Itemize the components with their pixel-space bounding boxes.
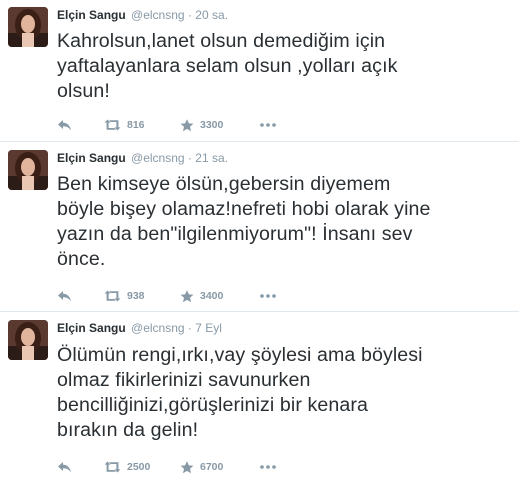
tweet-header: Elçin Sangu @elcnsng · 20 sa. — [57, 8, 228, 23]
reply-button[interactable] — [57, 117, 72, 133]
tweet-text-line: böyle bişey olamaz!nefreti hobi olarak y… — [57, 198, 431, 220]
reply-button[interactable] — [57, 459, 72, 475]
tweet-text-line: Ölümün rengi,ırkı,vay şöylesi ama böyles… — [57, 344, 423, 366]
avatar-image — [8, 150, 48, 190]
more-options-button[interactable] — [260, 117, 276, 133]
retweet-icon — [104, 119, 121, 131]
author-handle[interactable]: @elcnsng — [131, 321, 185, 335]
avatar[interactable] — [8, 150, 48, 190]
favorite-count: 3400 — [200, 290, 224, 302]
retweet-button[interactable]: 938 — [104, 288, 145, 304]
tweet-timestamp[interactable]: 7 Eyl — [195, 321, 222, 335]
avatar[interactable] — [8, 320, 48, 360]
avatar-image — [8, 7, 48, 47]
retweet-button[interactable]: 816 — [104, 117, 145, 133]
tweet-text-line: olsun! — [57, 80, 110, 102]
retweet-icon — [104, 290, 121, 302]
separator-dot: · — [187, 151, 192, 165]
tweet-text-line: olmaz fikirlerinizi savunurken — [57, 369, 311, 391]
retweet-count: 2500 — [127, 461, 151, 473]
retweet-count: 938 — [127, 290, 145, 302]
author-name[interactable]: Elçin Sangu — [57, 8, 126, 22]
tweet-timestamp[interactable]: 20 sa. — [195, 8, 228, 22]
favorite-button[interactable]: 6700 — [180, 459, 223, 475]
tweet[interactable]: Elçin Sangu @elcnsng · 7 Eyl Ölümün reng… — [0, 313, 519, 483]
favorite-star-icon — [180, 118, 194, 131]
tweet-text-line: Ben kimseye ölsün,gebersin diyemem — [57, 173, 391, 195]
tweet[interactable]: Elçin Sangu @elcnsng · 20 sa. Kahrolsun,… — [0, 0, 519, 142]
tweet-timestamp[interactable]: 21 sa. — [195, 151, 228, 165]
author-handle[interactable]: @elcnsng — [131, 151, 185, 165]
favorite-button[interactable]: 3300 — [180, 117, 223, 133]
tweet-text-line: bencilliğinizi,görüşlerinizi bir kenara — [57, 394, 369, 416]
retweet-button[interactable]: 2500 — [104, 459, 150, 475]
more-options-icon — [260, 123, 276, 127]
tweet-header: Elçin Sangu @elcnsng · 7 Eyl — [57, 321, 222, 336]
tweet-text-line: yazın da ben"ilgilenmiyorum"! İnsanı sev — [57, 223, 413, 245]
tweet-text-line: bırakın da gelin! — [57, 419, 199, 441]
separator-dot: · — [187, 8, 192, 22]
tweet-header: Elçin Sangu @elcnsng · 21 sa. — [57, 151, 228, 166]
favorite-button[interactable]: 3400 — [180, 288, 223, 304]
tweet-text-line: yaftalayanlara selam olsun ,yolları açık — [57, 55, 398, 77]
retweet-count: 816 — [127, 119, 145, 131]
tweet-text-line: önce. — [57, 248, 106, 270]
more-options-button[interactable] — [260, 288, 276, 304]
more-options-icon — [260, 465, 276, 469]
more-options-icon — [260, 294, 276, 298]
avatar[interactable] — [8, 7, 48, 47]
reply-icon — [58, 462, 71, 473]
tweet-text: Ölümün rengi,ırkı,vay şöylesi ama böyles… — [57, 343, 423, 443]
favorite-star-icon — [180, 289, 194, 302]
tweet-text: Kahrolsun,lanet olsun demediğim için yaf… — [57, 29, 398, 104]
tweet-text: Ben kimseye ölsün,gebersin diyemem böyle… — [57, 172, 431, 272]
reply-icon — [58, 120, 71, 131]
author-handle[interactable]: @elcnsng — [131, 8, 185, 22]
author-name[interactable]: Elçin Sangu — [57, 321, 126, 335]
author-name[interactable]: Elçin Sangu — [57, 151, 126, 165]
tweet[interactable]: Elçin Sangu @elcnsng · 21 sa. Ben kimsey… — [0, 143, 519, 312]
favorite-star-icon — [180, 460, 194, 473]
tweet-text-line: Kahrolsun,lanet olsun demediğim için — [57, 30, 386, 52]
separator-dot: · — [187, 321, 192, 335]
reply-icon — [58, 291, 71, 302]
more-options-button[interactable] — [260, 459, 276, 475]
favorite-count: 6700 — [200, 461, 224, 473]
avatar-image — [8, 320, 48, 360]
retweet-icon — [104, 461, 121, 473]
favorite-count: 3300 — [200, 119, 224, 131]
reply-button[interactable] — [57, 288, 72, 304]
